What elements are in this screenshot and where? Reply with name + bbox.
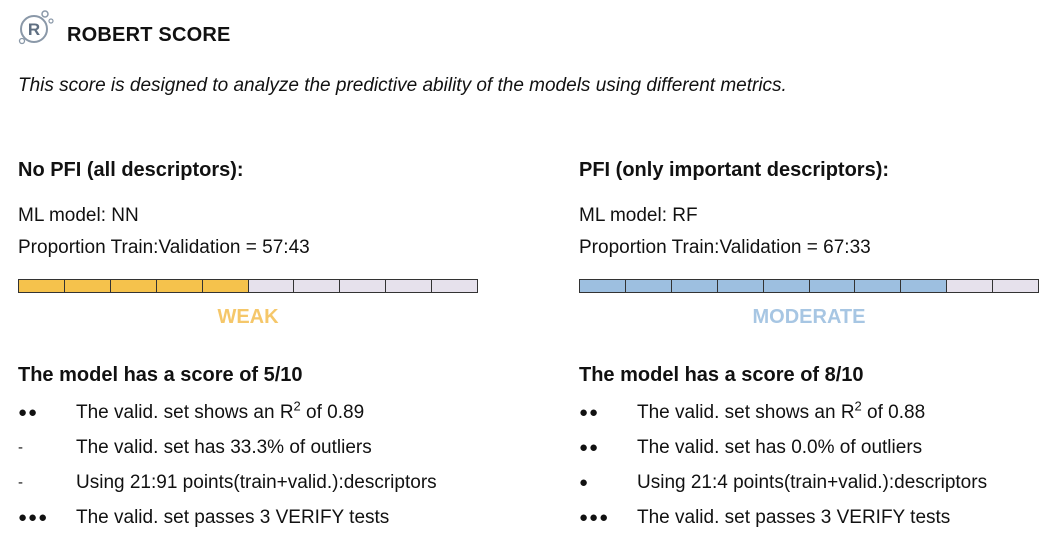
score-value: 5/10	[263, 364, 303, 386]
score-summary: The model has a score of 8/10	[579, 363, 1049, 387]
score-segment-empty	[386, 280, 433, 292]
score-segment-empty	[993, 280, 1039, 292]
no-pfi-section: No PFI (all descriptors): ML model: NN P…	[18, 158, 488, 535]
section-heading: No PFI (all descriptors):	[18, 159, 244, 181]
metric-marker: ●●	[579, 439, 600, 456]
ml-model-line: ML model: NN	[18, 204, 488, 228]
metric-marker: -	[18, 474, 24, 491]
score-segment-empty	[340, 280, 387, 292]
metric-text: The valid. set passes 3 VERIFY tests	[76, 507, 390, 528]
score-segment-filled	[855, 280, 902, 292]
score-segment-filled	[156, 280, 203, 292]
metric-marker: -	[18, 439, 24, 456]
page-description: This score is designed to analyze the pr…	[18, 75, 787, 96]
metric-marker: ●●	[18, 404, 39, 421]
score-segment-filled	[64, 280, 111, 292]
metric-list: ●● The valid. set shows an R2 of 0.88 ●● Th…	[579, 395, 1049, 535]
metric-text: The valid. set has 33.3% of outliers	[76, 437, 372, 458]
score-value: 8/10	[824, 364, 864, 386]
metric-text: The valid. set shows an R2 of 0.88	[637, 398, 926, 423]
metric-text: Using 21:91 points(train+valid.):descrip…	[76, 472, 437, 493]
page-title: ROBERT SCORE	[67, 24, 231, 46]
metric-item: ●●● The valid. set passes 3 VERIFY tests	[18, 500, 488, 535]
score-segment-filled	[671, 280, 718, 292]
score-segment-filled	[763, 280, 810, 292]
score-segment-filled	[19, 280, 65, 292]
pfi-section: PFI (only important descriptors): ML mod…	[579, 158, 1049, 535]
score-summary-label: The model has a score of	[18, 364, 264, 386]
metric-item: ●●● The valid. set passes 3 VERIFY tests	[579, 500, 1049, 535]
proportion-label: Proportion Train:Validation =	[579, 237, 824, 258]
score-segment-empty	[947, 280, 994, 292]
score-segment-filled	[580, 280, 626, 292]
score-segment-filled	[717, 280, 764, 292]
ml-model-value: NN	[111, 205, 139, 226]
score-segment-filled	[110, 280, 157, 292]
score-bar	[18, 279, 478, 293]
score-segment-filled	[901, 280, 948, 292]
score-bar	[579, 279, 1039, 293]
metric-item: - Using 21:91 points(train+valid.):descri…	[18, 465, 488, 500]
score-segment-empty	[294, 280, 341, 292]
metric-item: ●● The valid. set shows an R2 of 0.88	[579, 395, 1049, 430]
proportion-value: 57:43	[262, 237, 310, 258]
metric-text: The valid. set passes 3 VERIFY tests	[637, 507, 951, 528]
metric-text: Using 21:4 points(train+valid.):descript…	[637, 472, 988, 493]
logo-letter: R	[28, 20, 40, 39]
score-summary-label: The model has a score of	[579, 364, 825, 386]
metric-marker: ●●	[579, 404, 600, 421]
metric-item: ●● The valid. set has 0.0% of outliers	[579, 430, 1049, 465]
metric-superscript: 2	[293, 398, 301, 414]
ml-model-label: ML model:	[579, 205, 673, 226]
ml-model-value: RF	[672, 205, 698, 226]
proportion-line: Proportion Train:Validation = 57:43	[18, 236, 488, 260]
metric-text: The valid. set has 0.0% of outliers	[637, 437, 923, 458]
metric-marker: ●●●	[18, 509, 49, 526]
section-heading: PFI (only important descriptors):	[579, 159, 890, 181]
ml-model-label: ML model:	[18, 205, 112, 226]
score-summary: The model has a score of 5/10	[18, 363, 488, 387]
metric-list: ●● The valid. set shows an R2 of 0.89 - The…	[18, 395, 488, 535]
score-segment-filled	[625, 280, 672, 292]
proportion-value: 67:33	[823, 237, 871, 258]
robert-logo: R	[18, 10, 54, 45]
proportion-line: Proportion Train:Validation = 67:33	[579, 236, 1049, 260]
metric-text: The valid. set shows an R2 of 0.89	[76, 398, 365, 423]
metric-item: ●● The valid. set shows an R2 of 0.89	[18, 395, 488, 430]
score-segment-empty	[248, 280, 295, 292]
metric-marker: ●	[579, 474, 590, 491]
rating-label: MODERATE	[752, 306, 866, 328]
score-segment-filled	[809, 280, 856, 292]
metric-item: - The valid. set has 33.3% of outliers	[18, 430, 488, 465]
rating-label: WEAK	[217, 306, 279, 328]
proportion-label: Proportion Train:Validation =	[18, 237, 263, 258]
ml-model-line: ML model: RF	[579, 204, 1049, 228]
score-segment-empty	[432, 280, 478, 292]
metric-item: ● Using 21:4 points(train+valid.):descrip…	[579, 465, 1049, 500]
metric-marker: ●●●	[579, 509, 610, 526]
metric-superscript: 2	[854, 398, 862, 414]
score-segment-filled	[202, 280, 249, 292]
